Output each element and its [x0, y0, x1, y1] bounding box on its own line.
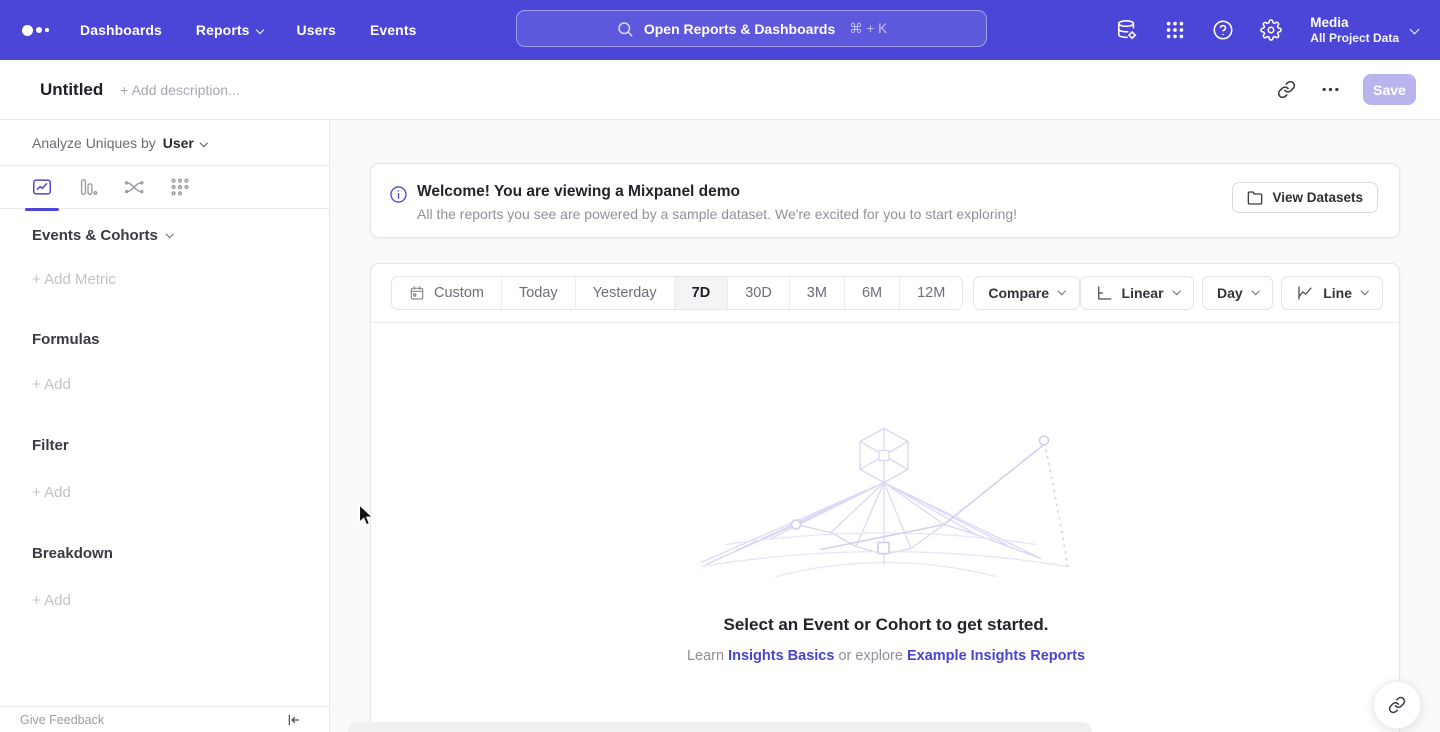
empty-state-illustration — [696, 424, 1076, 579]
visualization-tabs — [0, 166, 329, 209]
info-icon — [389, 185, 408, 204]
empty-state-title: Select an Event or Cohort to get started… — [371, 615, 1401, 635]
analyze-uniques-label: Analyze Uniques by — [32, 135, 156, 151]
tab-line-chart[interactable] — [26, 171, 58, 203]
nav-dashboards[interactable]: Dashboards — [80, 22, 162, 38]
chevron-down-icon — [1172, 287, 1180, 295]
analyze-by-dropdown[interactable]: User — [163, 135, 207, 151]
add-breakdown-button[interactable]: + Add — [32, 592, 297, 609]
breakdown-section: Breakdown — [32, 545, 297, 562]
apps-grid-icon[interactable] — [1164, 19, 1186, 41]
folder-icon — [1247, 190, 1263, 206]
help-icon[interactable] — [1212, 19, 1234, 41]
tab-flows[interactable] — [118, 171, 150, 203]
mixpanel-logo[interactable] — [22, 25, 64, 36]
search-shortcut: ⌘ + K — [849, 21, 887, 37]
date-range-30d[interactable]: 30D — [727, 277, 789, 309]
next-card-peek — [348, 722, 1092, 732]
project-name: Media — [1310, 14, 1399, 31]
nav-events[interactable]: Events — [370, 22, 417, 38]
chart-toolbar: Custom TodayYesterday7D30D3M6M12M Compar… — [371, 264, 1399, 323]
save-button[interactable]: Save — [1363, 74, 1416, 105]
query-builder-sidebar: Analyze Uniques by User Events & Cohorts… — [0, 120, 330, 732]
flows-icon — [123, 176, 145, 198]
project-switcher[interactable]: Media All Project Data — [1310, 14, 1418, 46]
tab-scatter[interactable] — [164, 171, 196, 203]
give-feedback-link[interactable]: Give Feedback — [20, 713, 104, 727]
line-chart-icon — [1296, 284, 1314, 302]
events-cohorts-section[interactable]: Events & Cohorts — [32, 227, 297, 244]
banner-subtitle: All the reports you see are powered by a… — [417, 206, 1017, 222]
link-icon — [1388, 696, 1406, 714]
tab-bar-chart[interactable] — [72, 171, 104, 203]
report-header: Untitled + Add description... Save — [0, 60, 1440, 120]
date-range-yesterday[interactable]: Yesterday — [575, 277, 674, 309]
welcome-banner: Welcome! You are viewing a Mixpanel demo… — [370, 163, 1400, 238]
insights-basics-link[interactable]: Insights Basics — [728, 648, 834, 664]
primary-nav: Dashboards Reports Users Events — [80, 22, 416, 38]
data-management-icon[interactable] — [1116, 19, 1138, 41]
global-search[interactable]: Open Reports & Dashboards ⌘ + K — [516, 10, 987, 47]
chevron-down-icon — [1361, 287, 1369, 295]
nav-reports[interactable]: Reports — [196, 22, 263, 38]
chevron-down-icon — [1410, 24, 1420, 34]
empty-state: Select an Event or Cohort to get started… — [371, 324, 1401, 664]
empty-state-links: Learn Insights Basics or explore Example… — [371, 648, 1401, 664]
date-range-custom[interactable]: Custom — [392, 277, 501, 309]
insights-report-card: Custom TodayYesterday7D30D3M6M12M Compar… — [370, 263, 1400, 732]
middle-text: or explore — [838, 648, 902, 664]
share-link-fab[interactable] — [1373, 681, 1421, 729]
chevron-down-icon — [255, 26, 263, 34]
top-navbar: Dashboards Reports Users Events Open Rep… — [0, 0, 1440, 60]
chevron-down-icon — [1058, 287, 1066, 295]
formulas-section: Formulas — [32, 331, 297, 348]
search-placeholder: Open Reports & Dashboards — [644, 21, 835, 37]
date-range-today[interactable]: Today — [501, 277, 575, 309]
banner-title: Welcome! You are viewing a Mixpanel demo — [417, 183, 740, 201]
search-icon — [616, 20, 634, 38]
nav-users[interactable]: Users — [297, 22, 336, 38]
date-range-6m[interactable]: 6M — [844, 277, 899, 309]
scatter-icon — [169, 176, 191, 198]
learn-prefix: Learn — [687, 648, 724, 664]
copy-link-icon[interactable] — [1275, 79, 1297, 101]
main-content: Welcome! You are viewing a Mixpanel demo… — [330, 120, 1440, 732]
date-range-3m[interactable]: 3M — [789, 277, 844, 309]
line-chart-icon — [31, 176, 53, 198]
example-reports-link[interactable]: Example Insights Reports — [907, 648, 1085, 664]
chevron-down-icon — [166, 230, 174, 238]
add-formula-button[interactable]: + Add — [32, 376, 297, 393]
report-description-placeholder[interactable]: + Add description... — [120, 82, 239, 98]
add-filter-button[interactable]: + Add — [32, 484, 297, 501]
report-title[interactable]: Untitled — [40, 80, 103, 100]
date-range-12m[interactable]: 12M — [899, 277, 962, 309]
chevron-down-icon — [1252, 287, 1260, 295]
more-options-icon[interactable] — [1319, 79, 1341, 101]
settings-icon[interactable] — [1260, 19, 1282, 41]
scale-selector[interactable]: Linear — [1080, 276, 1195, 310]
interval-selector[interactable]: Day — [1202, 276, 1273, 310]
chart-type-selector[interactable]: Line — [1281, 276, 1382, 310]
calendar-icon — [409, 285, 425, 301]
bar-chart-icon — [77, 176, 99, 198]
linear-axis-icon — [1095, 284, 1113, 302]
collapse-sidebar-icon[interactable] — [286, 712, 302, 728]
project-data-scope: All Project Data — [1310, 31, 1399, 46]
filter-section: Filter — [32, 437, 297, 454]
chevron-down-icon — [200, 139, 208, 147]
date-range-7d[interactable]: 7D — [674, 277, 728, 309]
view-datasets-button[interactable]: View Datasets — [1232, 182, 1378, 213]
add-metric-button[interactable]: + Add Metric — [32, 271, 297, 288]
date-range-group: Custom TodayYesterday7D30D3M6M12M — [391, 276, 963, 310]
compare-button[interactable]: Compare — [973, 276, 1079, 310]
